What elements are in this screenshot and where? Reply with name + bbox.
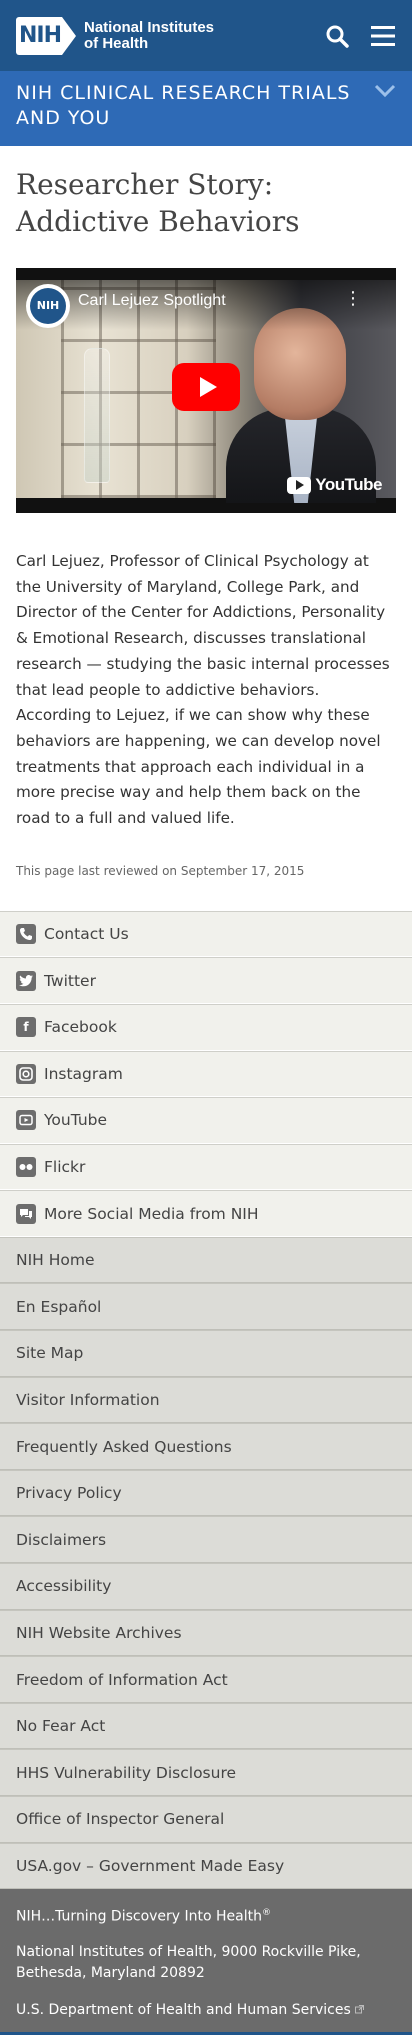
footer-link-faq[interactable]: Frequently Asked Questions xyxy=(0,1423,412,1470)
footer-links: NIH Home En Español Site Map Visitor Inf… xyxy=(0,1236,412,1890)
footer-link-visitor-information[interactable]: Visitor Information xyxy=(0,1376,412,1424)
footer-link-site-map[interactable]: Site Map xyxy=(0,1330,412,1377)
footer-tagline[interactable]: NIH…Turning Discovery Into Health® xyxy=(16,1903,396,1927)
more-options-icon[interactable]: ⋮ xyxy=(344,290,362,308)
main-content: Researcher Story: Addictive Behaviors NI… xyxy=(0,146,412,911)
footer-link-website-archives[interactable]: NIH Website Archives xyxy=(0,1609,412,1657)
nih-logo[interactable]: NIH National Institutes of Health xyxy=(16,16,215,55)
tagline-text: NIH…Turning Discovery Into Health xyxy=(16,1908,263,1925)
footer-bottom-rule xyxy=(0,2031,412,2035)
channel-badge: NIH xyxy=(30,288,66,324)
nih-logo-text: National Institutes of Health xyxy=(84,18,215,52)
youtube-video-player[interactable]: NIH Carl Lejuez Spotlight ⋮ YouTube xyxy=(16,268,396,513)
nih-logo-mark: NIH xyxy=(16,16,76,55)
social-item-label: Facebook xyxy=(44,1018,117,1037)
social-item-label: Twitter xyxy=(44,971,96,990)
footer-link-accessibility[interactable]: Accessibility xyxy=(0,1563,412,1610)
footer-link-nih-home[interactable]: NIH Home xyxy=(0,1236,412,1284)
top-bar: NIH National Institutes of Health xyxy=(0,0,412,71)
logo-line-2: of Health xyxy=(84,34,149,52)
hhs-label: U.S. Department of Health and Human Serv… xyxy=(16,2001,351,2018)
twitter-icon xyxy=(16,970,36,991)
nih-logo-box: NIH xyxy=(16,16,62,55)
youtube-icon xyxy=(16,1110,36,1131)
youtube-logo[interactable]: YouTube xyxy=(287,475,382,495)
social-links: Contact Us Twitter f Facebook Instagram … xyxy=(0,910,412,1237)
external-link-icon xyxy=(355,2002,365,2018)
story-paragraph: Carl Lejuez, Professor of Clinical Psych… xyxy=(16,552,390,828)
section-nav-toggle[interactable]: NIH CLINICAL RESEARCH TRIALS AND YOU xyxy=(0,71,412,146)
social-list: Contact Us Twitter f Facebook Instagram … xyxy=(0,910,412,1237)
site-header: NIH National Institutes of Health NIH CL… xyxy=(0,0,412,146)
flickr-icon xyxy=(16,1157,36,1177)
social-item-label: Contact Us xyxy=(44,925,129,944)
social-item-label: YouTube xyxy=(44,1111,108,1130)
footer-link-no-fear-act[interactable]: No Fear Act xyxy=(0,1702,412,1750)
footer-hhs-link[interactable]: U.S. Department of Health and Human Serv… xyxy=(16,2000,396,2020)
footer-link-vulnerability-disclosure[interactable]: HHS Vulnerability Disclosure xyxy=(0,1749,412,1797)
social-item-twitter[interactable]: Twitter xyxy=(0,957,412,1004)
social-item-label: Instagram xyxy=(44,1064,123,1083)
header-actions xyxy=(324,23,396,49)
section-title: NIH CLINICAL RESEARCH TRIALS AND YOU xyxy=(16,82,351,129)
youtube-wordmark: YouTube xyxy=(315,475,382,494)
social-item-label: Flickr xyxy=(44,1158,86,1176)
thumbnail-speaker xyxy=(226,308,376,503)
social-item-youtube[interactable]: YouTube xyxy=(0,1097,412,1144)
instagram-icon xyxy=(16,1063,36,1084)
page-title: Researcher Story: Addictive Behaviors xyxy=(16,168,300,238)
footer-link-en-espanol[interactable]: En Español xyxy=(0,1283,412,1331)
social-item-label: More Social Media from NIH xyxy=(44,1204,259,1223)
footer-link-inspector-general[interactable]: Office of Inspector General xyxy=(0,1796,412,1843)
phone-icon xyxy=(16,924,36,945)
social-item-more-social-media[interactable]: More Social Media from NIH xyxy=(0,1190,412,1237)
footer-link-privacy-policy[interactable]: Privacy Policy xyxy=(0,1469,412,1517)
social-item-facebook[interactable]: f Facebook xyxy=(0,1003,412,1051)
chevron-down-icon[interactable] xyxy=(374,81,396,102)
footer-address: National Institutes of Health, 9000 Rock… xyxy=(16,1943,361,1981)
last-reviewed: This page last reviewed on September 17,… xyxy=(16,863,305,878)
thumbnail-vase xyxy=(84,348,110,483)
social-item-flickr[interactable]: Flickr xyxy=(0,1143,412,1191)
site-footer: NIH…Turning Discovery Into Health® Natio… xyxy=(0,1889,412,2035)
video-title[interactable]: Carl Lejuez Spotlight xyxy=(78,292,226,310)
facebook-icon: f xyxy=(16,1017,36,1038)
social-item-instagram[interactable]: Instagram xyxy=(0,1050,412,1098)
search-icon[interactable] xyxy=(324,23,350,49)
play-icon xyxy=(199,377,217,397)
nih-logo-arrow xyxy=(62,16,76,55)
footer-link-disclaimers[interactable]: Disclaimers xyxy=(0,1516,412,1564)
youtube-icon xyxy=(287,476,312,494)
logo-line-1: National Institutes xyxy=(84,18,215,36)
play-button[interactable] xyxy=(172,363,240,411)
social-item-contact-us[interactable]: Contact Us xyxy=(0,910,412,958)
footer-link-list: NIH Home En Español Site Map Visitor Inf… xyxy=(0,1236,412,1890)
menu-icon[interactable] xyxy=(370,23,396,49)
registered-mark: ® xyxy=(262,1908,272,1919)
footer-link-foia[interactable]: Freedom of Information Act xyxy=(0,1656,412,1703)
social-media-icon xyxy=(16,1203,36,1224)
footer-link-usa-gov[interactable]: USA.gov – Government Made Easy xyxy=(0,1842,412,1890)
channel-avatar[interactable]: NIH xyxy=(26,284,70,328)
